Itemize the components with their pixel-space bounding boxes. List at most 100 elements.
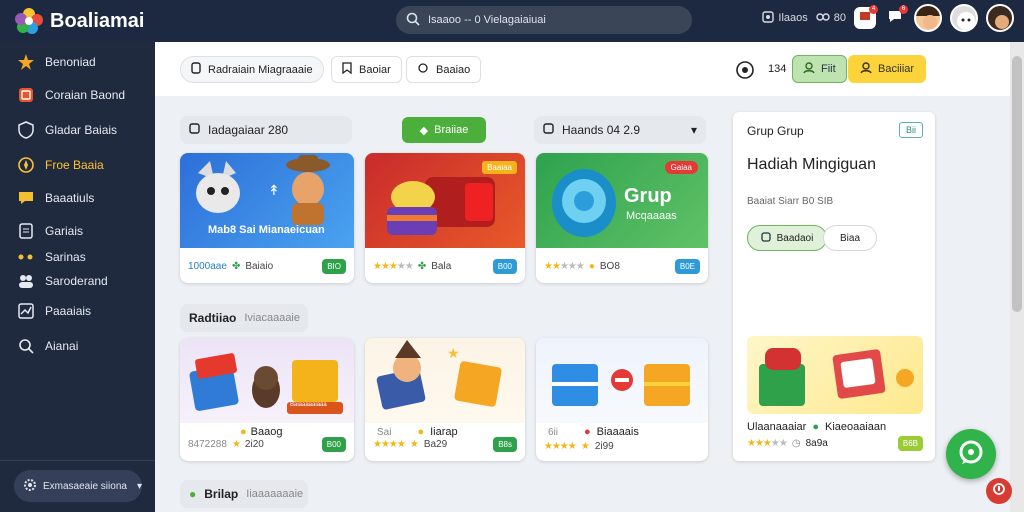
game-card[interactable]: ★ Sai ● Iiarap ★★★★ ★ Ba29 B8s [365,338,525,461]
avatar[interactable] [950,4,978,32]
search-icon [16,336,36,356]
card-art-caption: Mab8 Sai Mianaeicuan [208,224,325,236]
help-button[interactable] [986,478,1012,504]
inbox-button[interactable]: 4 [854,5,878,29]
chevron-down-icon: ▾ [690,123,697,137]
card-tag: BIO [322,259,346,274]
chat-count-badge: 6 [899,5,908,14]
game-card[interactable]: Baaiaa ★★★★★ ✤ Bala B00 [365,153,525,283]
rating-stars: ★★★★★ [544,261,585,272]
chat-button[interactable]: 6 [884,5,908,29]
user-icon [760,231,771,245]
card-badge: Gaiaa [664,161,698,174]
people-icon [16,271,36,291]
gear-icon [23,478,37,495]
toolbar-button-a[interactable]: Baoiar [331,56,402,83]
star-icon: ★ [231,439,241,450]
scrollbar-thumb[interactable] [1012,56,1022,312]
rating-stars: ★★★★★ [373,261,414,272]
card-badge: Baaiaa [482,161,517,174]
app-logo[interactable]: Boaliamai [14,8,144,34]
card-art-grup: Grup Mcqaaaas Gaiaa [536,153,708,248]
panel-subtitle: Baaiat Siarr B0 SIB [747,196,834,207]
toolbar-button-b[interactable]: Baaiao [406,56,482,83]
chat-bubble-icon [957,438,985,471]
green-action-button[interactable]: Fiit [792,55,847,83]
sidebar-item-paaaiais[interactable]: Paaaiais [16,301,91,321]
top-link-ilaaos[interactable]: Ilaaos [762,10,808,26]
section-header-row1: Iadagaiaar 280 [180,116,352,144]
compass-icon [16,155,36,175]
game-card[interactable]: 6ii ● Biaaaais ★★★★ ★ 2i99 [536,338,708,461]
top-bar: Boaliamai Isaaoo -- 0 Vielagaiaiuai Ilaa… [0,0,1024,42]
card-art-cat: ↟ Mab8 Sai Mianaeicuan [180,153,354,248]
puzzle-icon [417,62,429,77]
check-badge-icon: ● [812,421,819,433]
rating-stars: ★★★★ [373,439,406,450]
game-card[interactable]: Baiaaaaaiaaa ● Baaog 8472288 ★ 2i20 B00 [180,338,354,461]
bookmark-icon [342,62,352,77]
game-card[interactable]: ↟ Mab8 Sai Mianaeicuan 1000aae ✤ Baiaio … [180,153,354,283]
panel-secondary-button[interactable]: Biaa [823,225,877,251]
card-tag: B0E [674,259,700,274]
sidebar-item-aianai[interactable]: Aianai [16,336,78,356]
sidebar-item-gladar-baiais[interactable]: Gladar Baiais [16,120,117,140]
sidebar-item-benoniad[interactable]: Benoniad [16,52,96,72]
sidebar-item-coraian-baond[interactable]: Coraian Baond [16,85,125,105]
svg-text:↟: ↟ [268,182,280,198]
gift-box-icon [16,85,36,105]
sidebar-settings-dropdown[interactable]: Exmasaeaie siiona ▾ [14,470,142,502]
avatar[interactable] [914,4,942,32]
toolbar: Radraiain Miagraaaie Baoiar Baaiao 134 F… [155,42,1010,96]
promo-tag: B6B [897,436,923,451]
sidebar-item-baaatiuls[interactable]: Baaatiuls [16,188,94,208]
clover-icon: ✤ [231,261,241,272]
game-card[interactable]: Grup Mcqaaaas Gaiaa ★★★★★ ● BO8 B0E [536,153,708,283]
svg-text:★: ★ [447,346,460,362]
card-tag: B00 [321,437,346,452]
shield-icon [16,120,36,140]
section-header-row1-right[interactable]: Haands 04 2.9 ▾ [534,116,706,144]
section-header-row2: Radtiiao Iviacaaaaie [180,304,308,332]
refresh-icon[interactable] [735,60,755,85]
folder-icon [543,123,554,137]
folder-icon [189,123,200,137]
dots-icon [16,247,36,267]
tag-icon [191,62,201,77]
scrollbar[interactable] [1010,42,1024,512]
card-art-boxes [536,338,708,423]
alert-icon [992,482,1006,501]
diamond-icon: ◆ [419,124,429,137]
chart-icon [16,301,36,321]
card-art-gifts: Baiaaaaaiaaa [180,338,354,423]
sidebar-item-froe-baaia[interactable]: Froe Baaia [16,155,104,175]
search-input[interactable]: Isaaoo -- 0 Vielagaiaiuai [428,14,546,26]
card-tag: B8s [493,437,517,452]
user-icon [803,61,815,77]
card-art-toy: Baaiaa [365,153,525,248]
panel-primary-button[interactable]: Baadaoi [747,225,827,251]
card-art-title: Grup [624,185,672,207]
sidebar: Benoniad Coraian Baond Gladar Baiais Fro… [0,42,155,512]
card-art-hero: ★ [365,338,525,423]
sidebar-divider [0,460,155,461]
top-link-eighty[interactable]: 80 [816,12,846,25]
row1-green-button[interactable]: ◆ Braiiae [402,117,486,143]
coin-icon: ● [588,261,595,272]
chat-fab-button[interactable] [946,429,996,479]
main-content: Radraiain Miagraaaie Baoiar Baaiao 134 F… [155,42,1010,512]
group-selector[interactable]: Radraiain Miagraaaie [180,56,324,83]
sidebar-item-saroderand[interactable]: Saroderand [16,271,108,291]
panel-heading: Grup Grup [747,124,804,138]
search-bar[interactable]: Isaaoo -- 0 Vielagaiaiuai [396,6,692,34]
rating-stars: ★★★★ [544,441,577,452]
search-icon [406,12,420,29]
clover-icon: ✤ [417,261,427,272]
document-icon [16,221,36,241]
avatar[interactable] [986,4,1014,32]
rating-stars: ★★★★★ [747,438,788,449]
sidebar-item-sarinas[interactable]: Sarinas [16,247,86,267]
sidebar-item-gariais[interactable]: Gariais [16,221,83,241]
yellow-action-button[interactable]: Baciiiar [848,55,927,83]
star-icon: ★ [580,441,590,452]
